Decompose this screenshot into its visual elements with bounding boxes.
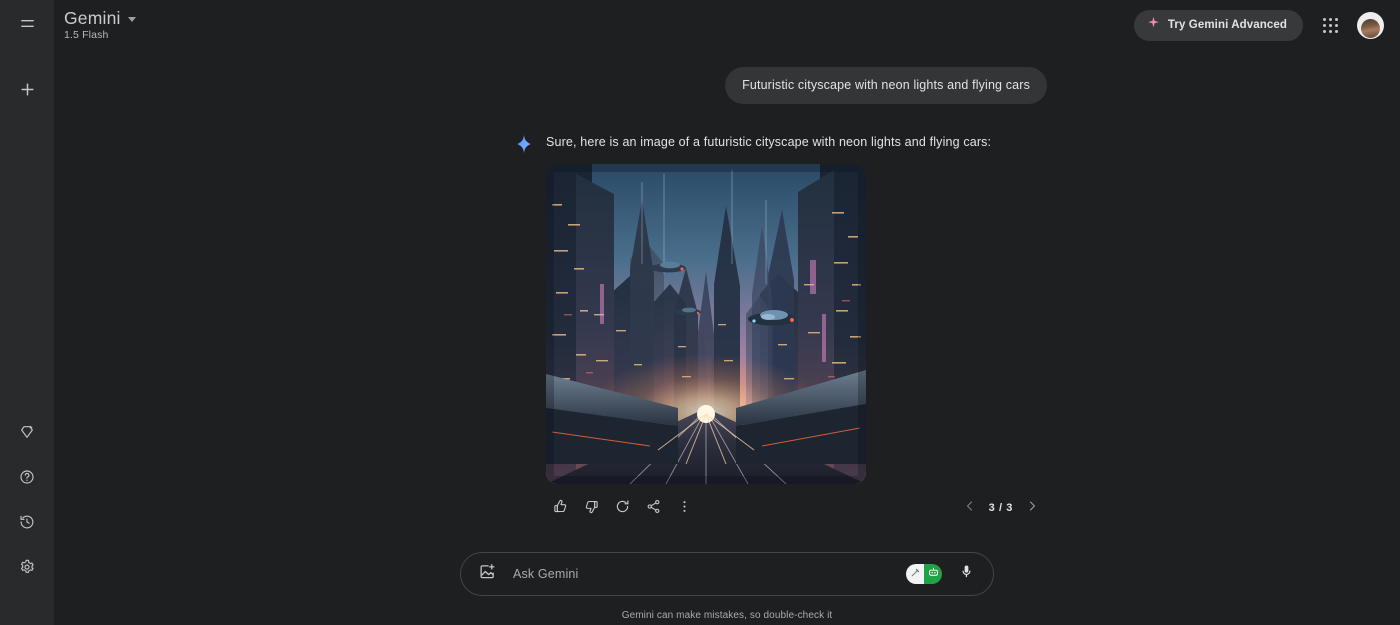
- pen-icon: [910, 565, 920, 583]
- gemini-app-window: Gemini 1.5 Flash Try Gemini Advanced Fut…: [0, 0, 1400, 625]
- try-gemini-advanced-button[interactable]: Try Gemini Advanced: [1133, 9, 1303, 41]
- assistant-message-row: Sure, here is an image of a futuristic c…: [54, 133, 1400, 522]
- pen-icon-half[interactable]: [906, 564, 924, 584]
- microphone-button[interactable]: [953, 561, 979, 587]
- sidebar-item-upgrade[interactable]: [7, 414, 47, 454]
- try-gemini-advanced-label: Try Gemini Advanced: [1167, 19, 1287, 31]
- microphone-icon: [959, 564, 974, 584]
- google-apps-button[interactable]: [1313, 8, 1347, 42]
- next-draft-button[interactable]: [1020, 496, 1044, 520]
- sidebar-item-settings[interactable]: [7, 549, 47, 589]
- settings-gear-icon: [19, 559, 35, 580]
- hamburger-menu-icon: [19, 15, 36, 37]
- add-image-icon: [479, 563, 496, 585]
- user-prompt-bubble: Futuristic cityscape with neon lights an…: [725, 67, 1047, 104]
- robot-icon: [928, 565, 939, 583]
- thumb-down-icon: [584, 499, 599, 519]
- top-header: Gemini 1.5 Flash Try Gemini Advanced: [54, 0, 1400, 50]
- assistant-text: Sure, here is an image of a futuristic c…: [546, 135, 992, 149]
- assistant-content: Sure, here is an image of a futuristic c…: [546, 133, 1400, 522]
- sidebar-menu-button[interactable]: [7, 6, 47, 46]
- gemini-extensions-toggle[interactable]: [906, 564, 942, 584]
- user-message-row: Futuristic cityscape with neon lights an…: [54, 67, 1400, 104]
- previous-draft-button[interactable]: [958, 496, 982, 520]
- refresh-icon: [615, 499, 630, 519]
- brand-block: Gemini 1.5 Flash: [64, 8, 136, 42]
- new-chat-button[interactable]: [7, 72, 47, 112]
- add-image-button[interactable]: [475, 562, 499, 586]
- plus-icon: [19, 81, 36, 103]
- regenerate-button[interactable]: [609, 496, 635, 522]
- composer: Gemini can make mistakes, so double-chec…: [460, 552, 994, 621]
- apps-grid-icon: [1322, 17, 1338, 33]
- share-icon: [646, 499, 661, 519]
- chevron-left-icon: [964, 499, 976, 517]
- thumb-up-icon: [553, 499, 568, 519]
- gemini-sparkle-icon: [514, 134, 534, 158]
- sidebar-bottom-group: [0, 414, 54, 589]
- sidebar: [0, 0, 54, 625]
- feedback-actions: [547, 496, 697, 522]
- draft-counter: 3 / 3: [988, 502, 1013, 514]
- gem-sparkle-icon: [19, 424, 35, 445]
- chevron-down-icon: [127, 16, 136, 22]
- chevron-right-icon: [1026, 499, 1038, 517]
- sidebar-item-activity[interactable]: [7, 504, 47, 544]
- assistant-avatar: [514, 133, 546, 522]
- model-name: 1.5 Flash: [64, 29, 109, 41]
- message-actions-row: 3 / 3: [546, 496, 1036, 522]
- input-bar[interactable]: [460, 552, 994, 596]
- robot-icon-half[interactable]: [924, 564, 942, 584]
- sparkle-icon: [1147, 16, 1160, 34]
- ask-gemini-input[interactable]: [499, 567, 906, 581]
- header-actions: Try Gemini Advanced: [1133, 8, 1384, 42]
- generated-image[interactable]: [546, 164, 866, 484]
- share-button[interactable]: [640, 496, 666, 522]
- history-clock-icon: [19, 514, 35, 535]
- user-avatar: [1361, 18, 1380, 38]
- sidebar-item-help[interactable]: [7, 459, 47, 499]
- conversation: Futuristic cityscape with neon lights an…: [54, 67, 1400, 522]
- main-area: Gemini 1.5 Flash Try Gemini Advanced Fut…: [54, 0, 1400, 625]
- more-options-button[interactable]: [671, 496, 697, 522]
- model-selector[interactable]: Gemini: [64, 8, 136, 28]
- page-title: Gemini: [64, 8, 121, 28]
- more-vertical-icon: [677, 499, 692, 519]
- thumbs-up-button[interactable]: [547, 496, 573, 522]
- avatar[interactable]: [1357, 11, 1384, 39]
- help-circle-icon: [19, 469, 35, 490]
- thumbs-down-button[interactable]: [578, 496, 604, 522]
- draft-pager: 3 / 3: [958, 496, 1044, 520]
- disclaimer-text: Gemini can make mistakes, so double-chec…: [621, 610, 833, 621]
